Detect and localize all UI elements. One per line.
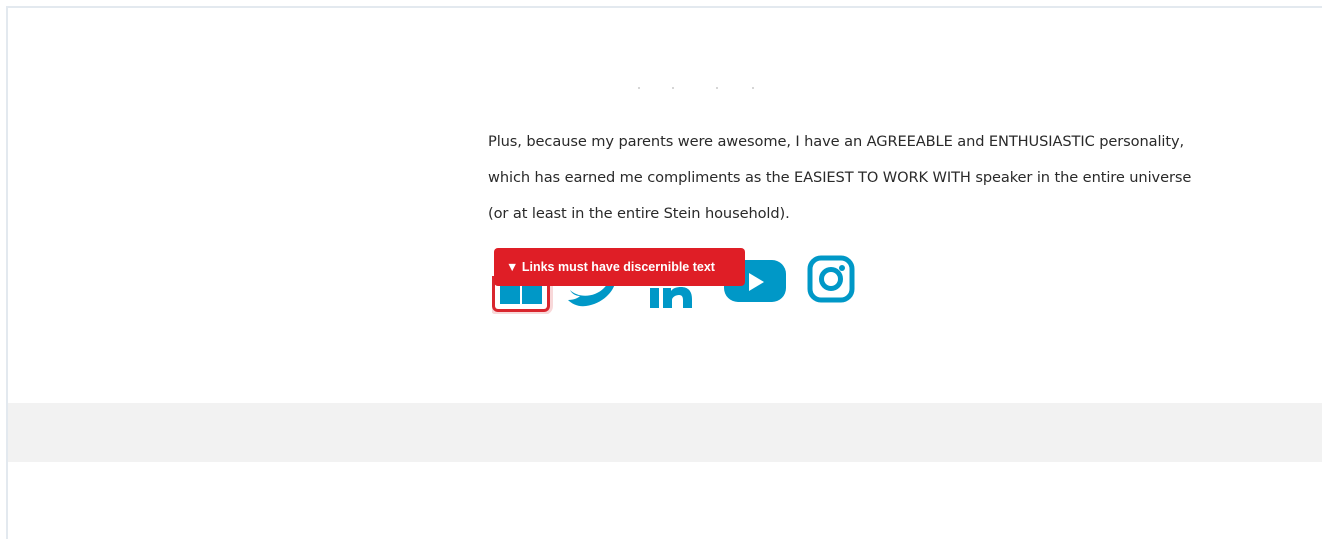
instagram-icon	[807, 255, 855, 303]
bio-line: which has earned me compliments as the E…	[488, 169, 1192, 186]
instagram-link[interactable]	[806, 254, 856, 304]
bio-line: Plus, because my parents were awesome, I…	[488, 133, 1185, 150]
bio-paragraph: Plus, because my parents were awesome, I…	[488, 124, 1288, 232]
accessibility-error-tooltip: ▼ Links must have discernible text	[494, 248, 745, 286]
bio-line: (or at least in the entire Stein househo…	[488, 205, 790, 222]
faint-text-remnant	[630, 84, 770, 92]
footer-band	[8, 403, 1322, 462]
